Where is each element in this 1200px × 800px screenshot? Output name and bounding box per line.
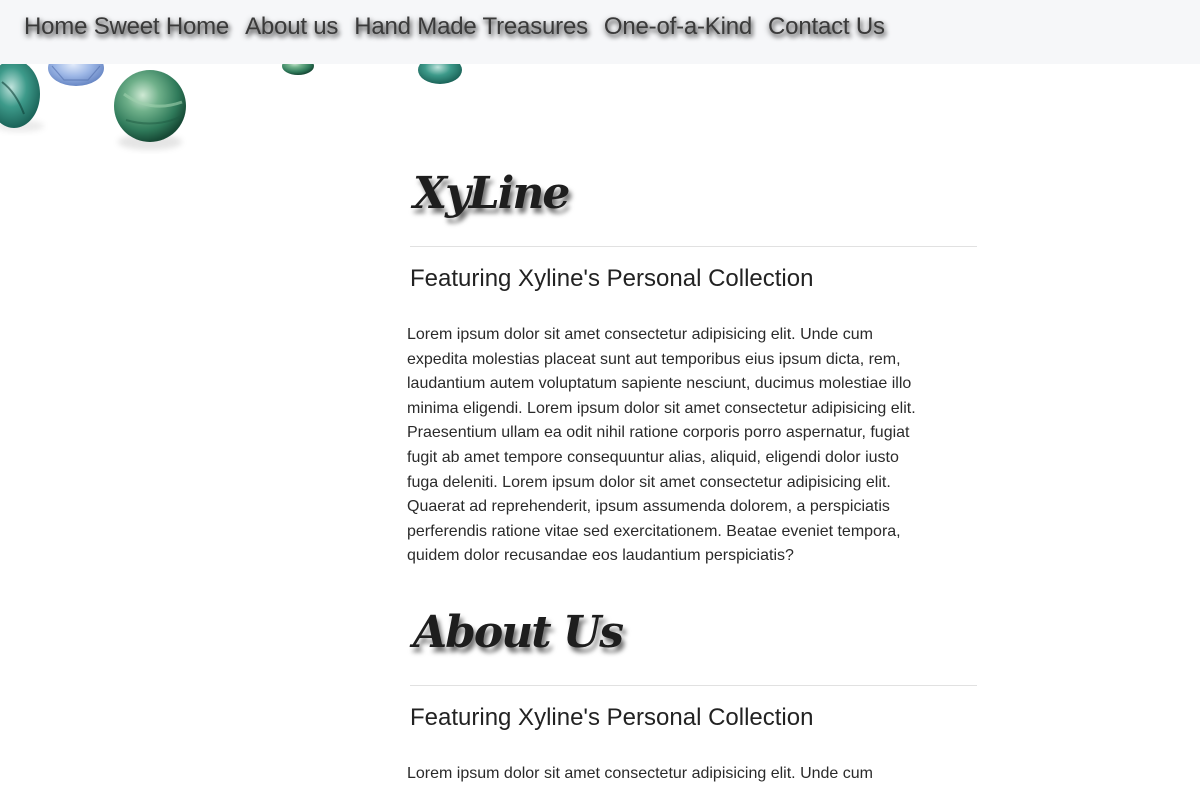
bead-green-right [418,64,462,84]
nav-item-about: About us [245,13,354,41]
nav-link-one-of-a-kind[interactable]: One-of-a-Kind [604,13,752,40]
section-subtitle: Featuring Xyline's Personal Collection [410,703,814,731]
nav-link-home-sweet-home[interactable]: Home Sweet Home [24,13,229,40]
top-navbar: Home Sweet Home About us Hand Made Treas… [0,0,1200,64]
nav-link-hand-made-treasures[interactable]: Hand Made Treasures [354,13,588,40]
nav-list: Home Sweet Home About us Hand Made Treas… [0,0,1200,54]
section-heading-xyline: XyLine [413,168,570,219]
nav-link-contact-us[interactable]: Contact Us [768,13,885,40]
section-divider [410,246,977,247]
section-body-text: Lorem ipsum dolor sit amet consectetur a… [407,326,916,565]
section-body-text: Lorem ipsum dolor sit amet consectetur a… [407,764,873,782]
section-about-us: About Us Featuring Xyline's Personal Col… [407,599,977,787]
gemstone-beads-image [0,64,462,150]
nav-item-contact: Contact Us [768,13,901,41]
section-xyline: XyLine Featuring Xyline's Personal Colle… [407,160,977,569]
nav-item-one-of-a-kind: One-of-a-Kind [604,13,768,41]
nav-item-home: Home Sweet Home [24,13,245,41]
main-content: XyLine Featuring Xyline's Personal Colle… [407,160,977,787]
section-subtitle: Featuring Xyline's Personal Collection [410,265,814,292]
section-divider [410,684,977,686]
bead-green-small [282,64,314,75]
section-heading-about-us: About Us [413,606,624,658]
nav-item-treasures: Hand Made Treasures [354,13,604,41]
nav-link-about-us[interactable]: About us [245,13,338,40]
page: Home Sweet Home About us Hand Made Treas… [0,0,1200,800]
bead-teal-left [0,64,40,128]
bead-blue [48,64,104,86]
